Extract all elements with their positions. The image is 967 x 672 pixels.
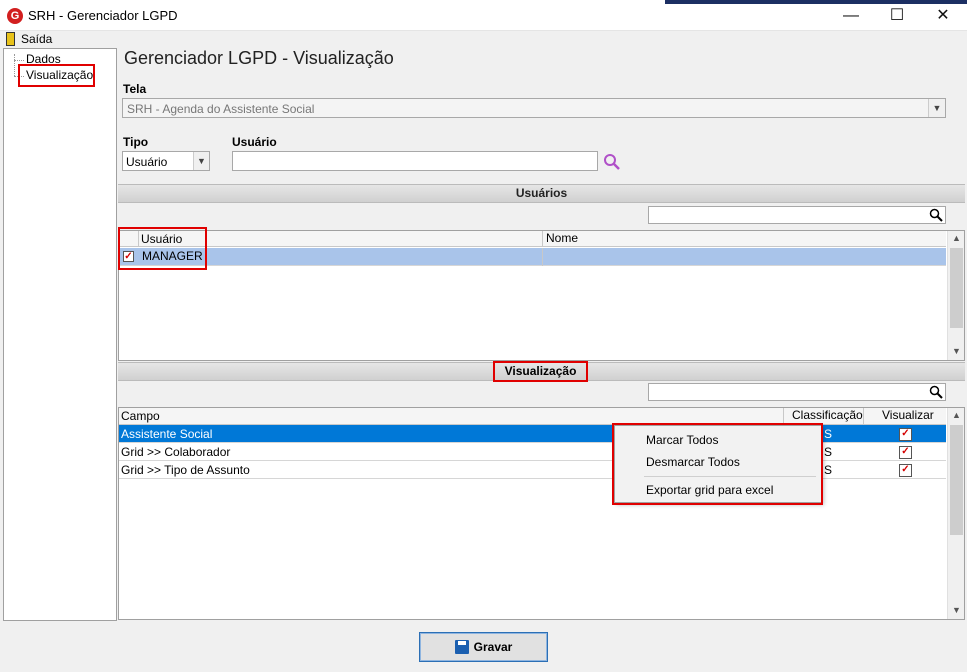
tela-select[interactable]: SRH - Agenda do Assistente Social ▼	[122, 98, 946, 118]
close-button[interactable]: ✕	[920, 0, 966, 31]
scroll-up-arrow-icon[interactable]: ▲	[948, 410, 965, 420]
scroll-up-arrow-icon[interactable]: ▲	[948, 233, 965, 243]
search-icon[interactable]	[929, 208, 943, 222]
chevron-down-icon[interactable]: ▼	[193, 152, 209, 170]
visualizar-checkbox[interactable]: ✓	[899, 446, 912, 459]
tipo-select[interactable]: Usuário ▼	[122, 151, 210, 171]
usuarios-scrollbar[interactable]: ▲ ▼	[947, 231, 964, 360]
save-button[interactable]: Gravar	[419, 632, 548, 662]
tela-label: Tela	[123, 82, 147, 96]
tipo-select-value: Usuário	[126, 155, 168, 169]
page-title: Gerenciador LGPD - Visualização	[124, 48, 394, 68]
scroll-down-arrow-icon[interactable]: ▼	[948, 605, 965, 615]
usuario-label: Usuário	[232, 135, 277, 149]
cell-campo: Grid >> Tipo de Assunto	[121, 463, 250, 477]
cell-classificacao: S	[824, 463, 833, 477]
visualizacao-scrollbar[interactable]: ▲ ▼	[947, 408, 964, 619]
visualizar-checkbox[interactable]: ✓	[899, 464, 912, 477]
scroll-down-arrow-icon[interactable]: ▼	[948, 346, 965, 356]
column-header-nome[interactable]: Nome	[542, 231, 578, 247]
column-header-visualizar[interactable]: Visualizar	[863, 408, 934, 425]
cell-campo: Grid >> Colaborador	[121, 445, 231, 459]
cell-classificacao: S	[824, 427, 833, 441]
cell-campo: Assistente Social	[121, 427, 213, 441]
highlight-box	[18, 64, 95, 87]
usuarios-grid-header: Usuário Nome	[119, 231, 946, 247]
table-row[interactable]: ✓ MANAGER	[119, 248, 946, 266]
cell-classificacao: S	[824, 445, 833, 459]
tree-connector	[14, 60, 24, 61]
maximize-button[interactable]: ☐	[874, 0, 920, 31]
search-icon[interactable]	[929, 385, 943, 399]
highlight-box	[612, 423, 823, 505]
usuario-input[interactable]	[232, 151, 598, 171]
highlight-box	[493, 361, 588, 382]
app-logo-icon: G	[7, 8, 23, 24]
usuarios-filter-input[interactable]	[648, 206, 946, 224]
visualizar-checkbox[interactable]: ✓	[899, 428, 912, 441]
navigation-tree	[3, 48, 117, 621]
menu-bar	[0, 31, 967, 48]
cell-nome	[542, 248, 543, 266]
window-title: SRH - Gerenciador LGPD	[28, 8, 178, 23]
minimize-button[interactable]: —	[828, 0, 874, 31]
highlight-box	[118, 227, 207, 270]
floppy-icon	[454, 640, 469, 654]
scrollbar-thumb[interactable]	[950, 248, 963, 328]
visualizacao-filter-input[interactable]	[648, 383, 946, 401]
door-icon	[6, 32, 15, 46]
tela-select-value: SRH - Agenda do Assistente Social	[127, 102, 315, 116]
scrollbar-thumb[interactable]	[950, 425, 963, 535]
chevron-down-icon[interactable]: ▼	[928, 99, 945, 117]
tree-connector	[14, 54, 15, 76]
column-header-campo[interactable]: Campo	[121, 409, 160, 423]
save-button-label: Gravar	[473, 640, 513, 654]
tipo-label: Tipo	[123, 135, 149, 149]
magnifier-icon[interactable]	[603, 153, 621, 171]
menu-exit[interactable]: Saída	[21, 32, 52, 46]
usuarios-section-header: Usuários	[118, 184, 965, 203]
